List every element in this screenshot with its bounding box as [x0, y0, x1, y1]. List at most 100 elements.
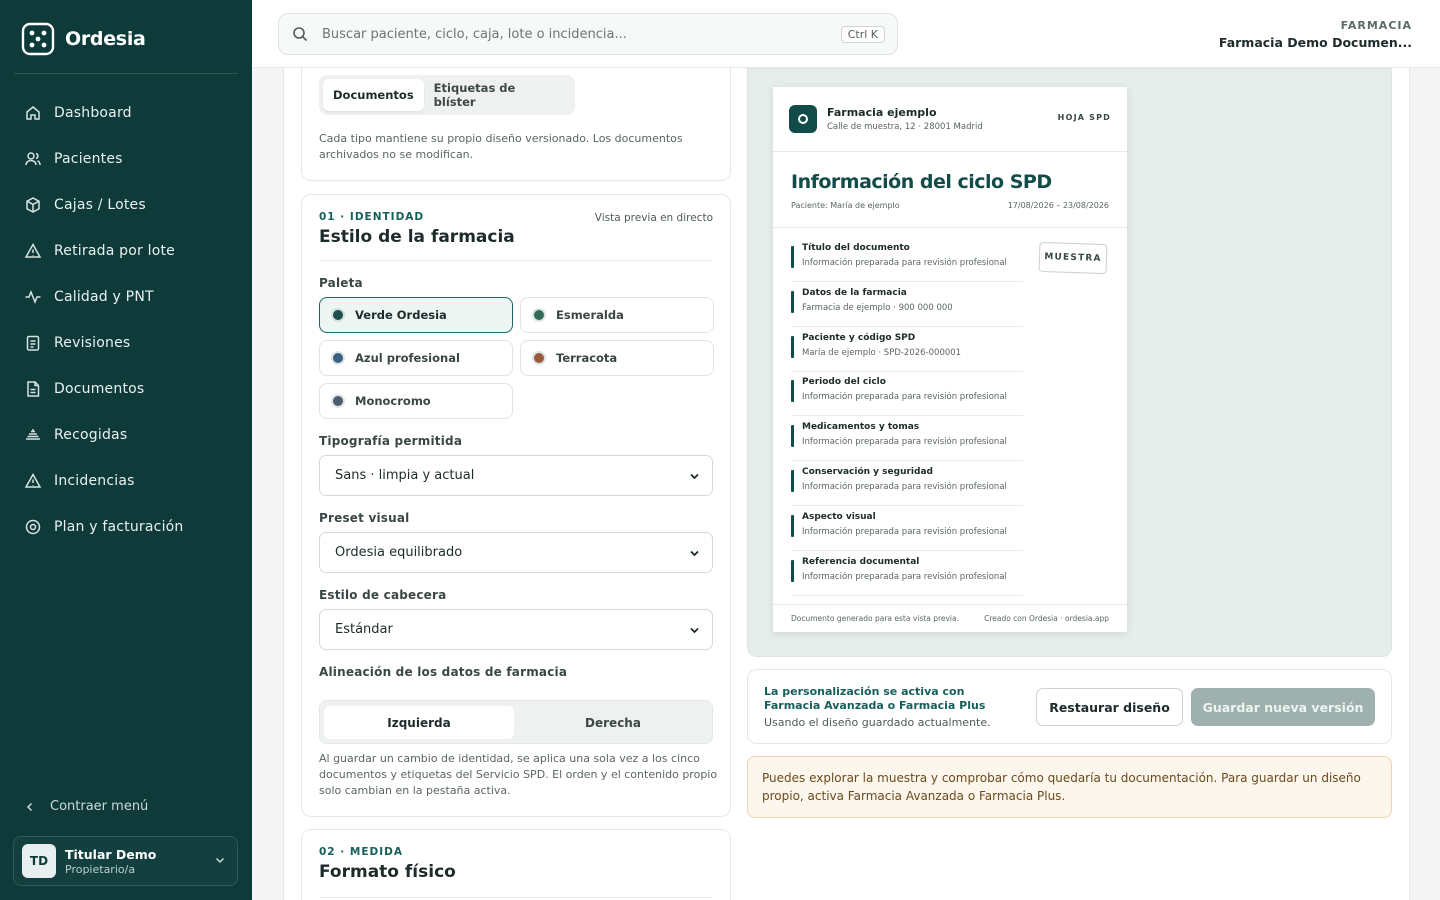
live-preview-label: Vista previa en directo: [594, 212, 713, 224]
pickup-icon: [26, 429, 40, 440]
doc-section-desc: Información preparada para revisión prof…: [802, 392, 1007, 402]
measure-title: Formato físico: [319, 862, 456, 882]
palette-option-label: Terracota: [556, 351, 618, 365]
doc-section-row: Título del documento Información preparad…: [791, 238, 1023, 282]
doc-section-desc: Información preparada para revisión prof…: [802, 437, 1007, 447]
save-actions-card: La personalización se activa con Farmaci…: [747, 669, 1392, 744]
topbar: Ctrl K FARMACIA Farmacia Demo Documen...: [252, 0, 1440, 68]
save-version-button[interactable]: Guardar nueva versión: [1191, 688, 1375, 726]
alert-triangle-icon: [24, 242, 42, 258]
palette-option-esmeralda[interactable]: Esmeralda: [520, 297, 714, 333]
sidebar-item-dashboard[interactable]: Dashboard: [0, 90, 252, 136]
doc-footer-right: Creado con Ordesia · ordesia.app: [984, 614, 1109, 623]
doc-section-desc: Farmacia de ejemplo · 900 000 000: [802, 303, 953, 313]
palette-dot: [532, 308, 546, 322]
header-style-select[interactable]: Estándar: [319, 609, 713, 650]
sidebar-item-recogidas[interactable]: Recogidas: [0, 412, 252, 458]
doc-section-row: Aspecto visual Información preparada para…: [791, 507, 1023, 551]
user-menu[interactable]: TD Titular Demo Propietario/a: [13, 836, 238, 886]
sidebar-item-retirada-lote[interactable]: Retirada por lote: [0, 228, 252, 274]
font-label: Tipografía permitida: [319, 434, 463, 448]
sample-stamp: MUESTRA: [1038, 241, 1108, 275]
user-role: Propietario/a: [65, 862, 136, 876]
collapse-menu-button[interactable]: Contraer menú: [24, 799, 148, 814]
sidebar-item-revisiones[interactable]: Revisiones: [0, 320, 252, 366]
sidebar-item-label: Cajas / Lotes: [54, 197, 146, 213]
sidebar-item-label: Documentos: [54, 381, 145, 397]
clipboard-icon: [26, 335, 40, 351]
users-icon: [25, 152, 41, 166]
restore-design-button[interactable]: Restaurar diseño: [1036, 688, 1183, 726]
palette-option-verde-ordesia[interactable]: Verde Ordesia: [319, 297, 513, 333]
identity-divider: [319, 260, 713, 261]
measure-card: 02 · MEDIDA Formato físico: [301, 829, 731, 900]
preset-label: Preset visual: [319, 511, 410, 525]
avatar: TD: [22, 844, 56, 878]
identity-footnote: Al guardar un cambio de identidad, se ap…: [319, 752, 718, 797]
chevron-down-icon: [215, 857, 225, 864]
doc-org-name: Farmacia ejemplo: [827, 106, 937, 119]
doc-address: Calle de muestra, 12 · 28001 Madrid: [827, 122, 983, 132]
palette-dot: [331, 308, 345, 322]
document-preview-panel: Farmacia ejemplo Calle de muestra, 12 · …: [747, 68, 1392, 657]
sidebar-nav: Dashboard Pacientes Cajas / Lotes Retira…: [0, 90, 252, 550]
doc-type-tag: HOJA SPD: [1057, 113, 1111, 122]
palette-option-label: Azul profesional: [355, 351, 460, 365]
search-icon: [293, 27, 308, 42]
sidebar-item-label: Plan y facturación: [54, 519, 184, 535]
tab-etiquetas-blister[interactable]: Etiquetas de blíster: [424, 79, 571, 111]
user-name: Titular Demo: [65, 846, 157, 862]
doc-type-note: Cada tipo mantiene su propio diseño vers…: [319, 132, 683, 161]
file-icon: [27, 381, 40, 397]
sidebar: Ordesia Dashboard Pacientes Cajas / Lote…: [0, 0, 252, 900]
search-input[interactable]: [322, 26, 841, 42]
sidebar-item-documentos[interactable]: Documentos: [0, 366, 252, 412]
identity-title: Estilo de la farmacia: [319, 227, 515, 247]
doc-section-title: Datos de la farmacia: [802, 288, 907, 298]
font-select[interactable]: Sans · limpia y actual: [319, 455, 713, 496]
upgrade-warning: Puedes explorar la muestra y comprobar c…: [747, 756, 1392, 818]
sidebar-item-incidencias[interactable]: Incidencias: [0, 458, 252, 504]
doc-section-row: Medicamentos y tomas Información preparad…: [791, 417, 1023, 461]
chevron-down-icon: [690, 550, 699, 557]
doc-section-title: Conservación y seguridad: [802, 467, 933, 477]
doc-section-desc: Información preparada para revisión prof…: [802, 258, 1007, 268]
sidebar-item-label: Retirada por lote: [54, 243, 175, 259]
tab-documentos[interactable]: Documentos: [323, 79, 424, 111]
doc-dates: 17/08/2026 – 23/08/2026: [1007, 201, 1109, 210]
doc-section-title: Aspecto visual: [802, 512, 876, 522]
sidebar-item-cajas-lotes[interactable]: Cajas / Lotes: [0, 182, 252, 228]
doc-section-row: Paciente y código SPD María de ejemplo · …: [791, 328, 1023, 372]
sidebar-item-label: Calidad y PNT: [54, 289, 154, 305]
palette-option-terracota[interactable]: Terracota: [520, 340, 714, 376]
doc-section-title: Paciente y código SPD: [802, 333, 916, 343]
palette-option-monocromo[interactable]: Monocromo: [319, 383, 513, 419]
search-shortcut-badge: Ctrl K: [840, 25, 885, 43]
doc-type-card: Documentos Etiquetas de blíster Cada tip…: [301, 68, 731, 181]
settings-icon: [25, 519, 41, 535]
alignment-left-option[interactable]: Izquierda: [324, 706, 514, 739]
identity-eyebrow: 01 · IDENTIDAD: [319, 211, 425, 223]
doc-separator: [773, 227, 1127, 228]
doc-section-title: Referencia documental: [802, 557, 920, 567]
sidebar-item-label: Recogidas: [54, 427, 128, 443]
collapse-menu-label: Contraer menú: [50, 799, 149, 814]
sidebar-item-label: Dashboard: [54, 105, 132, 121]
upgrade-subtitle: Usando el diseño guardado actualmente.: [764, 716, 991, 729]
sidebar-item-calidad-pnt[interactable]: Calidad y PNT: [0, 274, 252, 320]
design-page: Documentos Etiquetas de blíster Cada tip…: [283, 68, 1410, 900]
doc-footer: Documento generado para esta vista previ…: [773, 604, 1127, 632]
pharmacy-logo-icon: [789, 105, 817, 133]
brand[interactable]: Ordesia: [21, 22, 146, 56]
doc-section-desc: Información preparada para revisión prof…: [802, 527, 1007, 537]
search-box[interactable]: Ctrl K: [278, 13, 898, 55]
sidebar-item-plan-facturacion[interactable]: Plan y facturación: [0, 504, 252, 550]
doc-section-row: Conservación y seguridad Información prep…: [791, 462, 1023, 506]
alignment-right-option[interactable]: Derecha: [518, 706, 708, 739]
sidebar-item-pacientes[interactable]: Pacientes: [0, 136, 252, 182]
identity-card: 01 · IDENTIDAD Vista previa en directo E…: [301, 194, 731, 817]
preset-select[interactable]: Ordesia equilibrado: [319, 532, 713, 573]
doc-section-title: Medicamentos y tomas: [802, 422, 920, 432]
pharmacy-switcher[interactable]: FARMACIA Farmacia Demo Documen...: [1219, 19, 1412, 50]
palette-option-azul-profesional[interactable]: Azul profesional: [319, 340, 513, 376]
